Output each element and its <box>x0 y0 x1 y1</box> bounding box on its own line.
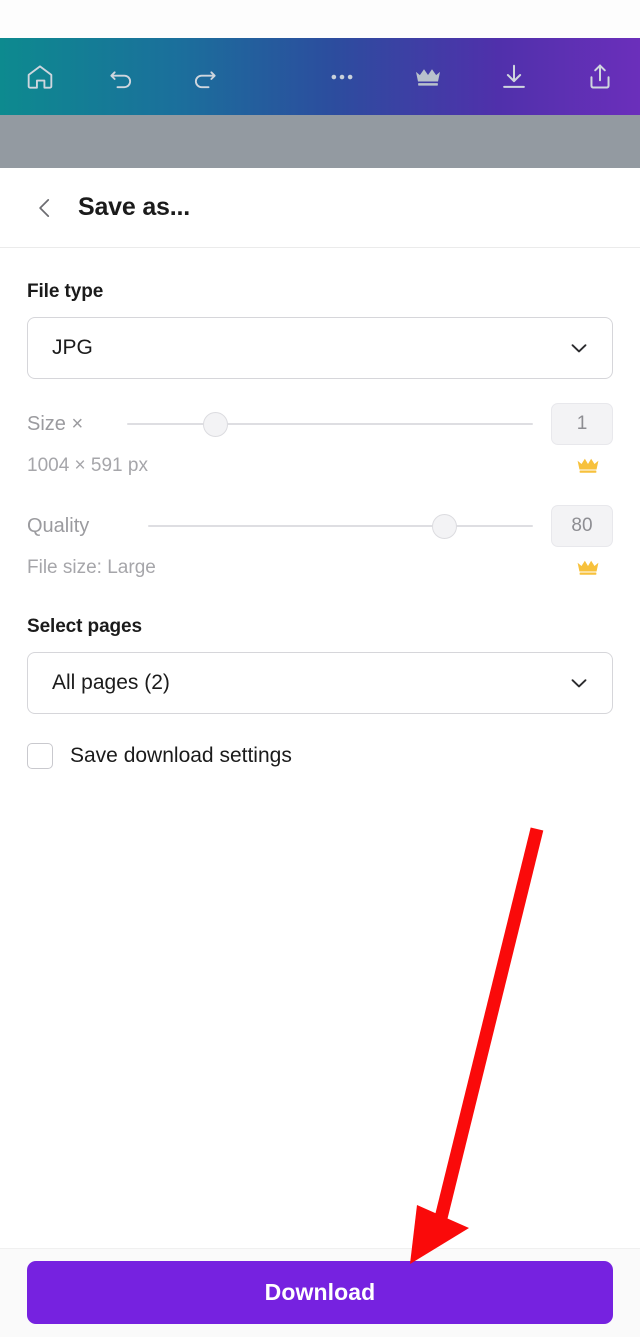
size-value-field[interactable]: 1 <box>551 403 613 445</box>
size-slider-track <box>127 423 533 425</box>
save-as-panel: Save as... File type JPG Size × 1 1004 ×… <box>0 168 640 1337</box>
size-label: Size × <box>27 412 84 435</box>
file-type-select[interactable]: JPG <box>27 317 613 379</box>
toolbar-right-group <box>320 55 640 99</box>
toolbar-left-group <box>0 55 226 99</box>
panel-body: File type JPG Size × 1 1004 × 591 px Qua… <box>0 281 640 769</box>
crown-icon[interactable] <box>575 557 601 579</box>
editor-toolbar <box>0 38 640 115</box>
quality-value-field[interactable]: 80 <box>551 505 613 547</box>
download-icon[interactable] <box>492 55 536 99</box>
size-dimensions: 1004 × 591 px <box>27 455 148 476</box>
save-download-settings-label: Save download settings <box>70 744 292 767</box>
save-download-settings-checkbox[interactable] <box>27 743 53 769</box>
share-icon[interactable] <box>578 55 622 99</box>
crown-icon[interactable] <box>575 455 601 477</box>
quality-slider-track <box>148 525 533 527</box>
canvas-backdrop <box>0 115 640 168</box>
size-meta-row: 1004 × 591 px <box>27 451 613 481</box>
undo-icon[interactable] <box>100 55 144 99</box>
file-type-value: JPG <box>52 336 93 359</box>
home-icon[interactable] <box>18 55 62 99</box>
back-chevron-icon[interactable] <box>28 191 62 225</box>
page-title: Save as... <box>78 193 190 221</box>
panel-header: Save as... <box>0 168 640 248</box>
crown-icon[interactable] <box>406 55 450 99</box>
save-download-settings-row[interactable]: Save download settings <box>27 743 613 769</box>
select-pages-select[interactable]: All pages (2) <box>27 652 613 714</box>
quality-slider[interactable] <box>148 506 533 546</box>
status-bar <box>0 0 640 38</box>
quality-label: Quality <box>27 514 90 537</box>
file-size-text: File size: Large <box>27 557 156 578</box>
redo-icon[interactable] <box>182 55 226 99</box>
size-slider-thumb[interactable] <box>203 412 229 437</box>
file-type-label: File type <box>27 281 104 302</box>
chevron-down-icon <box>566 670 592 696</box>
quality-slider-row: Quality 80 <box>27 503 613 549</box>
size-slider-row: Size × 1 <box>27 401 613 447</box>
more-options-icon[interactable] <box>320 55 364 99</box>
canva-export-screen: Save as... File type JPG Size × 1 1004 ×… <box>0 0 640 1337</box>
quality-meta-row: File size: Large <box>27 553 613 583</box>
download-button[interactable]: Download <box>27 1261 613 1324</box>
select-pages-label: Select pages <box>27 616 142 637</box>
quality-slider-thumb[interactable] <box>432 514 458 539</box>
select-pages-value: All pages (2) <box>52 671 170 694</box>
size-slider[interactable] <box>127 404 533 444</box>
chevron-down-icon <box>566 335 592 361</box>
bottom-action-bar: Download <box>0 1248 640 1337</box>
